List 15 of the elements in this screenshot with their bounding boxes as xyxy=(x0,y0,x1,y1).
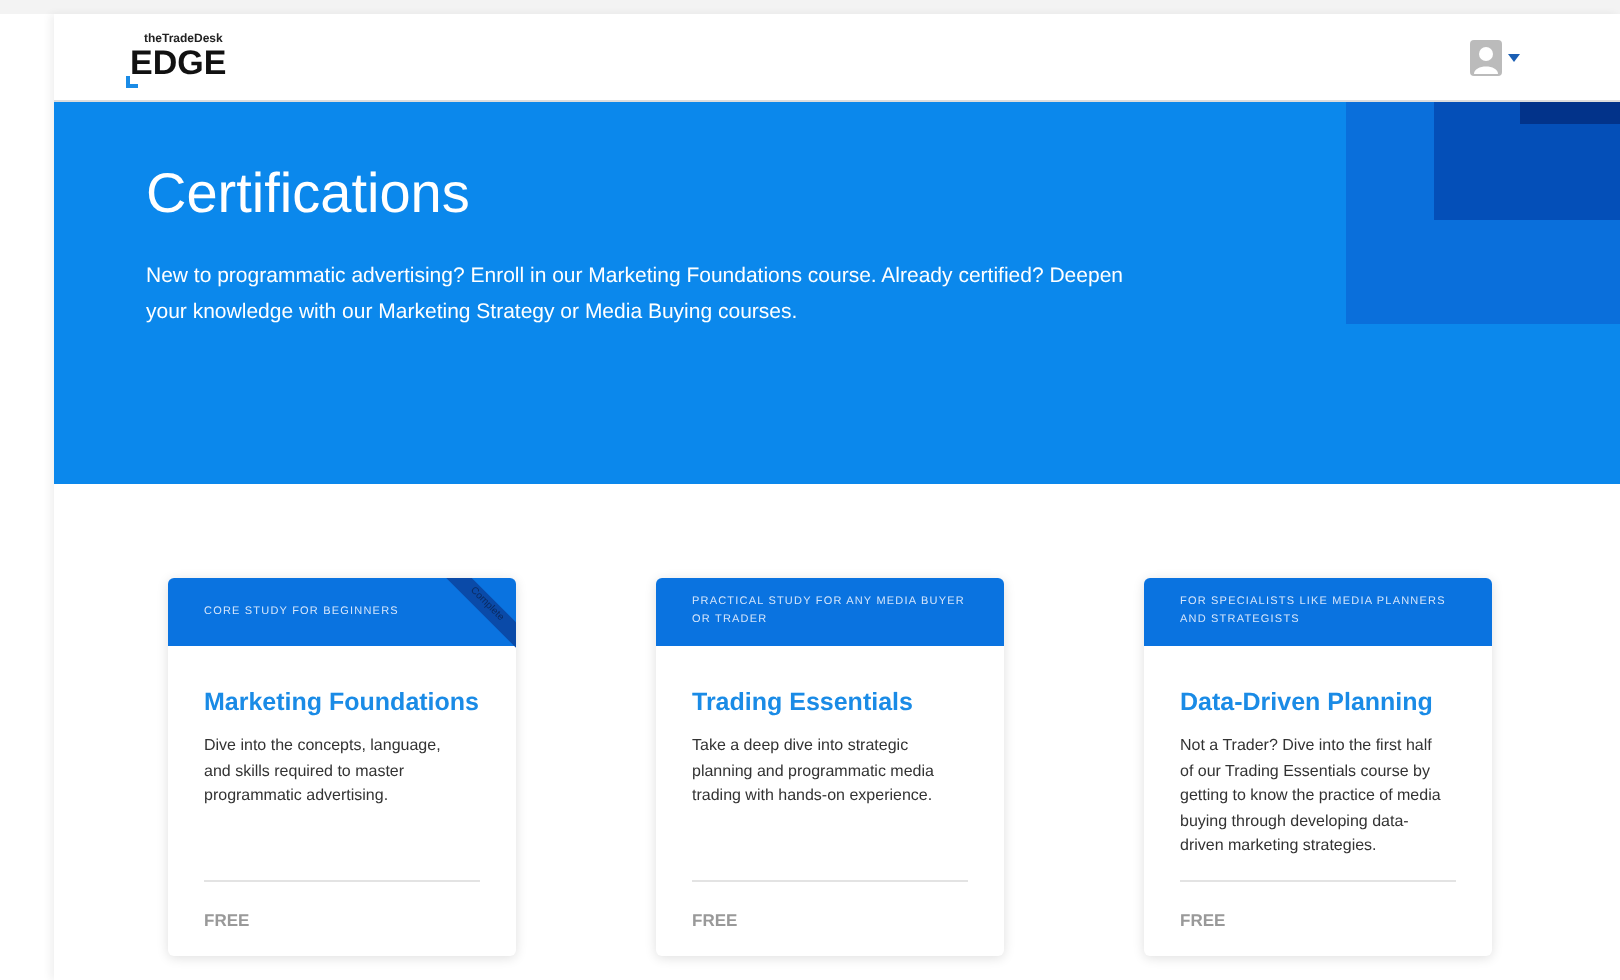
course-card[interactable] xyxy=(1144,578,1492,956)
course-title[interactable]: Trading Essentials xyxy=(692,688,968,716)
logo: EDGE xyxy=(130,46,227,80)
intro-text: New to programmatic advertising? Enroll in our Marketing Foundations course. Already certified? Deepen your knowledge with our Marketing Strategy or Media Buying courses. xyxy=(146,262,1125,328)
course-description: Take a deep dive into strategic planning and programmatic media trading with hands-on experience. xyxy=(692,734,936,808)
course-price: FREE xyxy=(1180,910,1226,930)
course-title[interactable]: Marketing Foundations xyxy=(204,688,480,716)
course-price: FREE xyxy=(692,910,738,930)
course-description: Dive into the concepts, language, and skills required to master programmatic advertising. xyxy=(204,734,443,808)
page-title: Certifications xyxy=(146,162,472,226)
course-description: Not a Trader? Dive into the first half of our Trading Essentials course by getting to know the practice of media buying through developing data-driven marketing strategies. xyxy=(1180,734,1443,858)
corner-icon xyxy=(126,76,138,88)
caret-icon[interactable] xyxy=(1508,53,1520,61)
course-title[interactable]: Data-Driven Planning xyxy=(1180,688,1456,716)
course-price: FREE xyxy=(204,910,250,930)
